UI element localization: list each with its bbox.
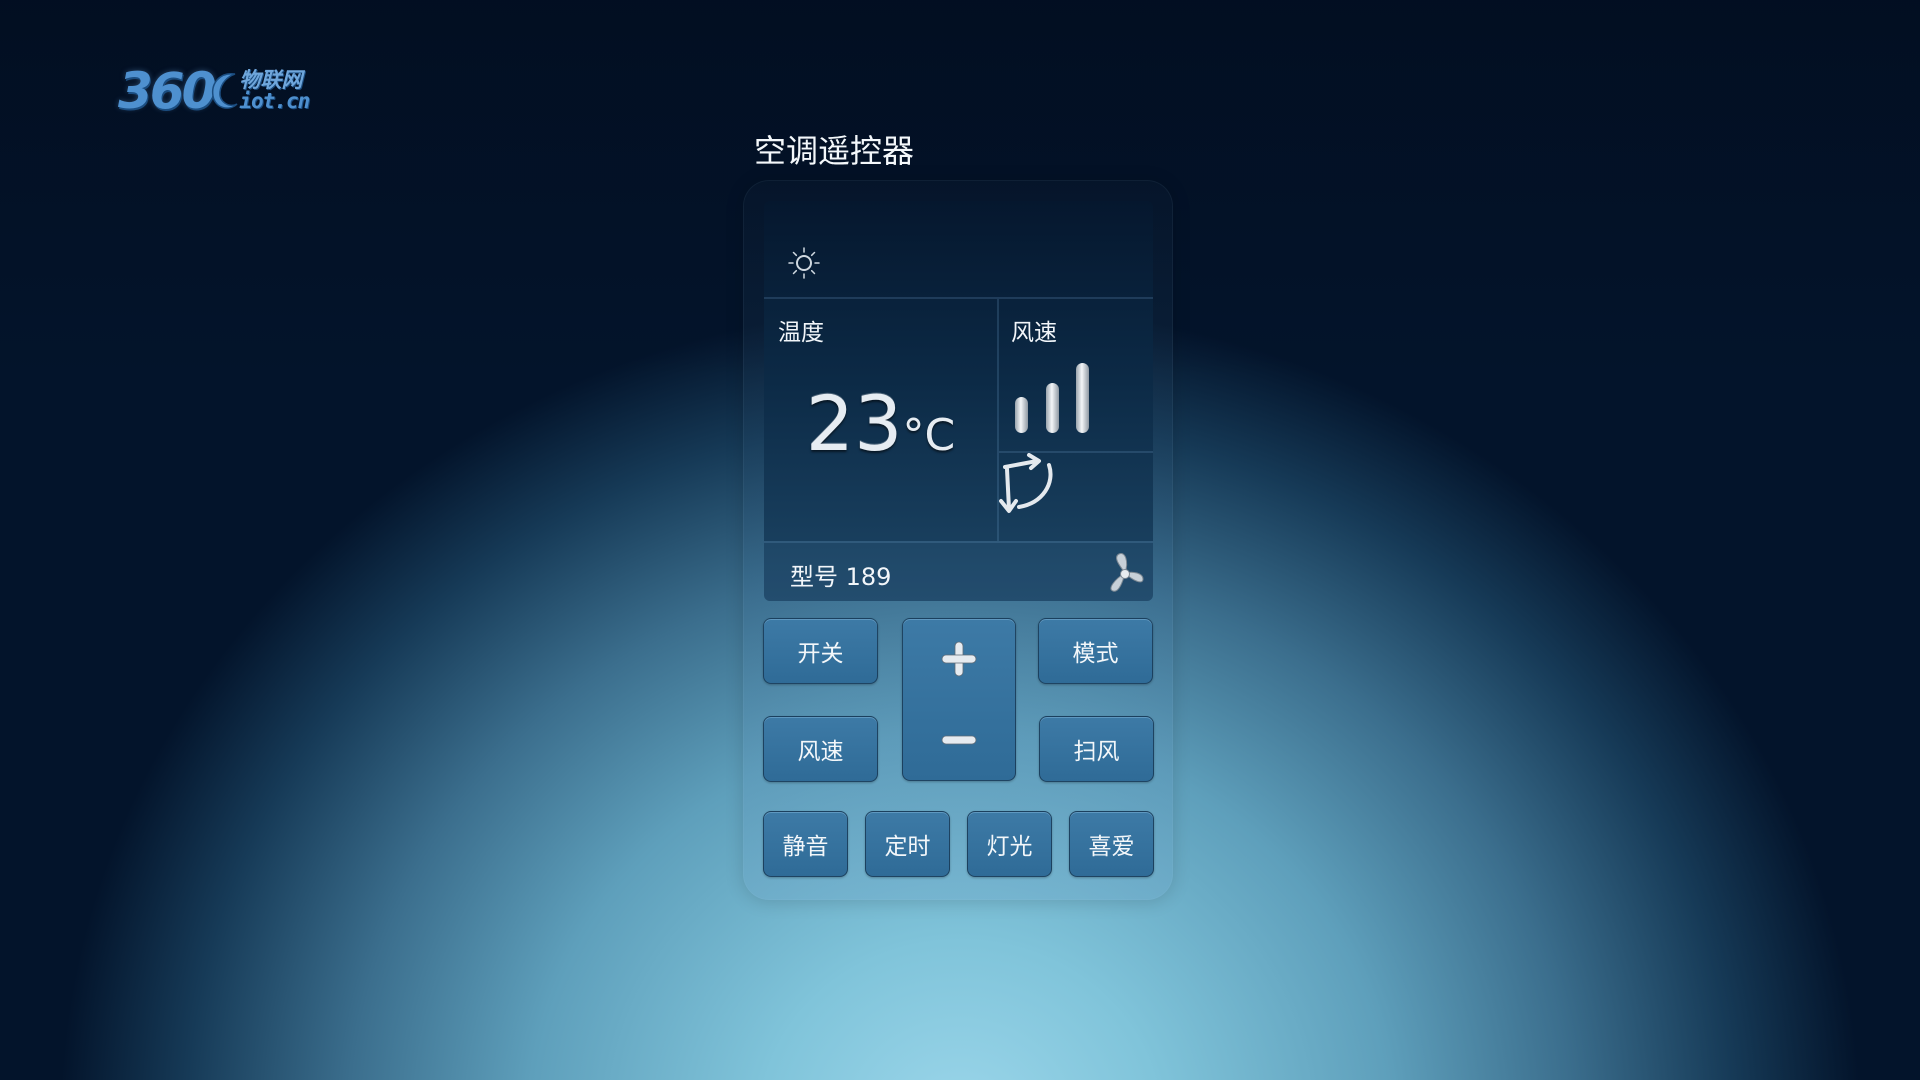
light-button[interactable]: 灯光 [967, 811, 1052, 877]
temperature-unit: °C [902, 410, 956, 461]
plus-icon [941, 641, 977, 677]
logo-domain-text: iot.cn [239, 89, 310, 113]
page-title: 空调遥控器 [754, 132, 915, 170]
power-button[interactable]: 开关 [763, 618, 878, 684]
mode-button[interactable]: 模式 [1038, 618, 1153, 684]
swing-arrow-icon [999, 453, 1053, 513]
model-number: 型号 189 [790, 563, 892, 591]
temperature-value: 23 [805, 379, 903, 468]
fan-speed-label: 风速 [1011, 320, 1057, 346]
sun-icon [788, 247, 820, 279]
fan-speed-cell: 风速 [999, 299, 1153, 453]
temperature-up-button[interactable] [903, 619, 1015, 699]
fan-speed-button[interactable]: 风速 [763, 716, 878, 782]
temperature-down-button[interactable] [903, 699, 1015, 780]
swing-button[interactable]: 扫风 [1039, 716, 1154, 782]
temperature-cell: 温度 23°C [764, 299, 999, 541]
fan-speed-bars-icon [1015, 363, 1089, 433]
swing-cell [999, 453, 1153, 541]
brand-logo: 360 物联网 iot.cn [118, 62, 310, 120]
remote-control-panel: 温度 23°C 风速 型号 189 开关 模式 风速 扫风 静音 定时 灯光 喜… [743, 180, 1173, 900]
status-display: 温度 23°C 风速 型号 189 [764, 201, 1153, 601]
timer-button[interactable]: 定时 [865, 811, 950, 877]
minus-icon [941, 735, 977, 744]
mute-button[interactable]: 静音 [763, 811, 848, 877]
model-row: 型号 189 [764, 541, 1153, 601]
temperature-label: 温度 [778, 320, 824, 346]
fan-icon [1110, 552, 1144, 592]
logo-number: 360 [118, 62, 216, 120]
logo-swirl-icon [212, 73, 238, 109]
favorite-button[interactable]: 喜爱 [1069, 811, 1154, 877]
mode-row [764, 201, 1153, 299]
logo-cn-text: 物联网 [239, 68, 303, 92]
temperature-adjust-button[interactable] [902, 618, 1016, 781]
temperature-readout: 23°C [764, 379, 997, 468]
